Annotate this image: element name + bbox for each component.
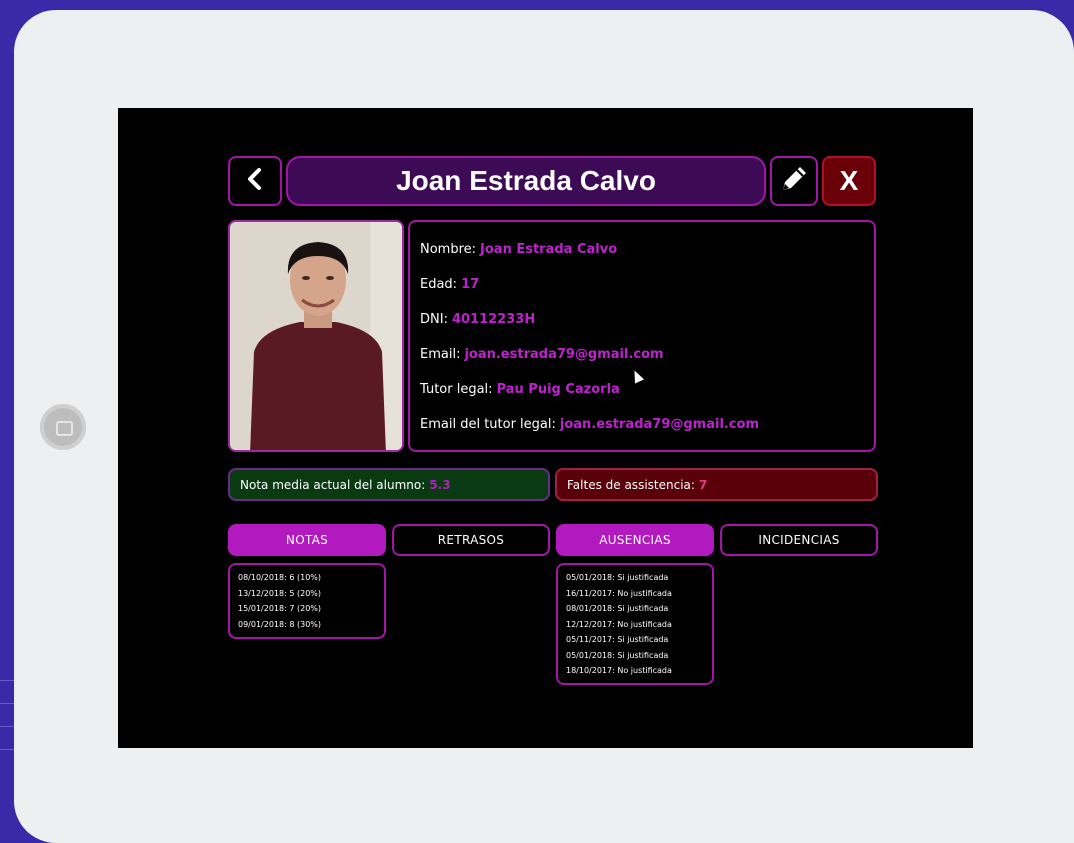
student-info-panel: Nombre: Joan Estrada Calvo Edad: 17 DNI:… [408,220,876,452]
list-item: 08/10/2018: 6 (10%) [238,573,322,582]
field-value: 17 [461,277,480,292]
pencil-icon [777,162,811,200]
back-button[interactable] [228,156,282,206]
tab-retrasos[interactable]: RETRASOS [392,524,550,556]
list-item: 08/01/2018: Si justificada [566,604,669,613]
app-screen: Joan Estrada Calvo X Nombre: Joan Estrad… [118,108,973,748]
edit-button[interactable] [770,156,818,206]
student-name-title: Joan Estrada Calvo [396,165,656,196]
absences-label: Faltes de assistencia: [567,477,695,492]
close-icon: X [839,165,859,196]
tutor-email-link[interactable]: joan.estrada79@gmail.com [560,417,759,432]
close-button[interactable]: X [822,156,876,206]
tablet-home-button[interactable] [40,404,86,450]
list-item: 05/11/2017: Si justificada [566,635,669,644]
tab-label: RETRASOS [437,533,505,547]
list-item: 15/01/2018: 7 (20%) [238,604,322,613]
student-photo [228,220,404,452]
list-item: 09/01/2018: 8 (30%) [238,619,322,629]
list-item: 16/11/2017: No justificada [566,588,672,598]
field-tutor-email: Email del tutor legal: joan.estrada79@gm… [420,407,864,442]
field-dni: DNI: 40112233H [420,302,864,337]
list-item: 18/10/2017: No justificada [566,666,672,675]
tab-incidencias[interactable]: INCIDENCIAS [720,524,878,556]
field-label: Edad: [420,277,458,292]
list-item: 05/01/2018: Si justificada [566,650,669,660]
field-label: Nombre: [420,242,477,257]
tab-ausencias[interactable]: AUSENCIAS [556,524,714,556]
field-value: Joan Estrada Calvo [480,242,618,257]
notas-list: 08/10/2018: 6 (10%) 13/12/2018: 5 (20%) … [228,563,386,639]
tab-label: INCIDENCIAS [758,533,840,547]
list-item: 05/01/2018: Si justificada [566,573,669,582]
absences-bar: Faltes de assistencia: 7 [555,468,878,501]
list-item: 12/12/2017: No justificada [566,619,672,629]
field-email: Email: joan.estrada79@gmail.com [420,337,864,372]
field-edad: Edad: 17 [420,267,864,302]
tab-notas[interactable]: NOTAS [228,524,386,556]
grade-label: Nota media actual del alumno: [240,477,426,492]
field-nombre: Nombre: Joan Estrada Calvo [420,232,864,267]
field-label: DNI: [420,312,448,327]
tab-label: AUSENCIAS [599,533,671,547]
grade-value: 5.3 [429,477,451,492]
field-value: 40112233H [451,312,536,327]
field-label: Email: [420,347,461,362]
chevron-left-icon [245,164,265,199]
grade-average-bar: Nota media actual del alumno: 5.3 [228,468,550,501]
absences-value: 7 [698,477,708,492]
field-label: Tutor legal: [420,382,493,397]
title-bar: Joan Estrada Calvo [286,156,766,206]
ausencias-list: 05/01/2018: Si justificada 16/11/2017: N… [556,563,714,685]
field-value: Pau Puig Cazorla [496,382,620,397]
field-label: Email del tutor legal: [420,417,556,432]
tab-label: NOTAS [285,533,329,547]
email-link[interactable]: joan.estrada79@gmail.com [464,347,663,362]
list-item: 13/12/2018: 5 (20%) [238,588,322,598]
